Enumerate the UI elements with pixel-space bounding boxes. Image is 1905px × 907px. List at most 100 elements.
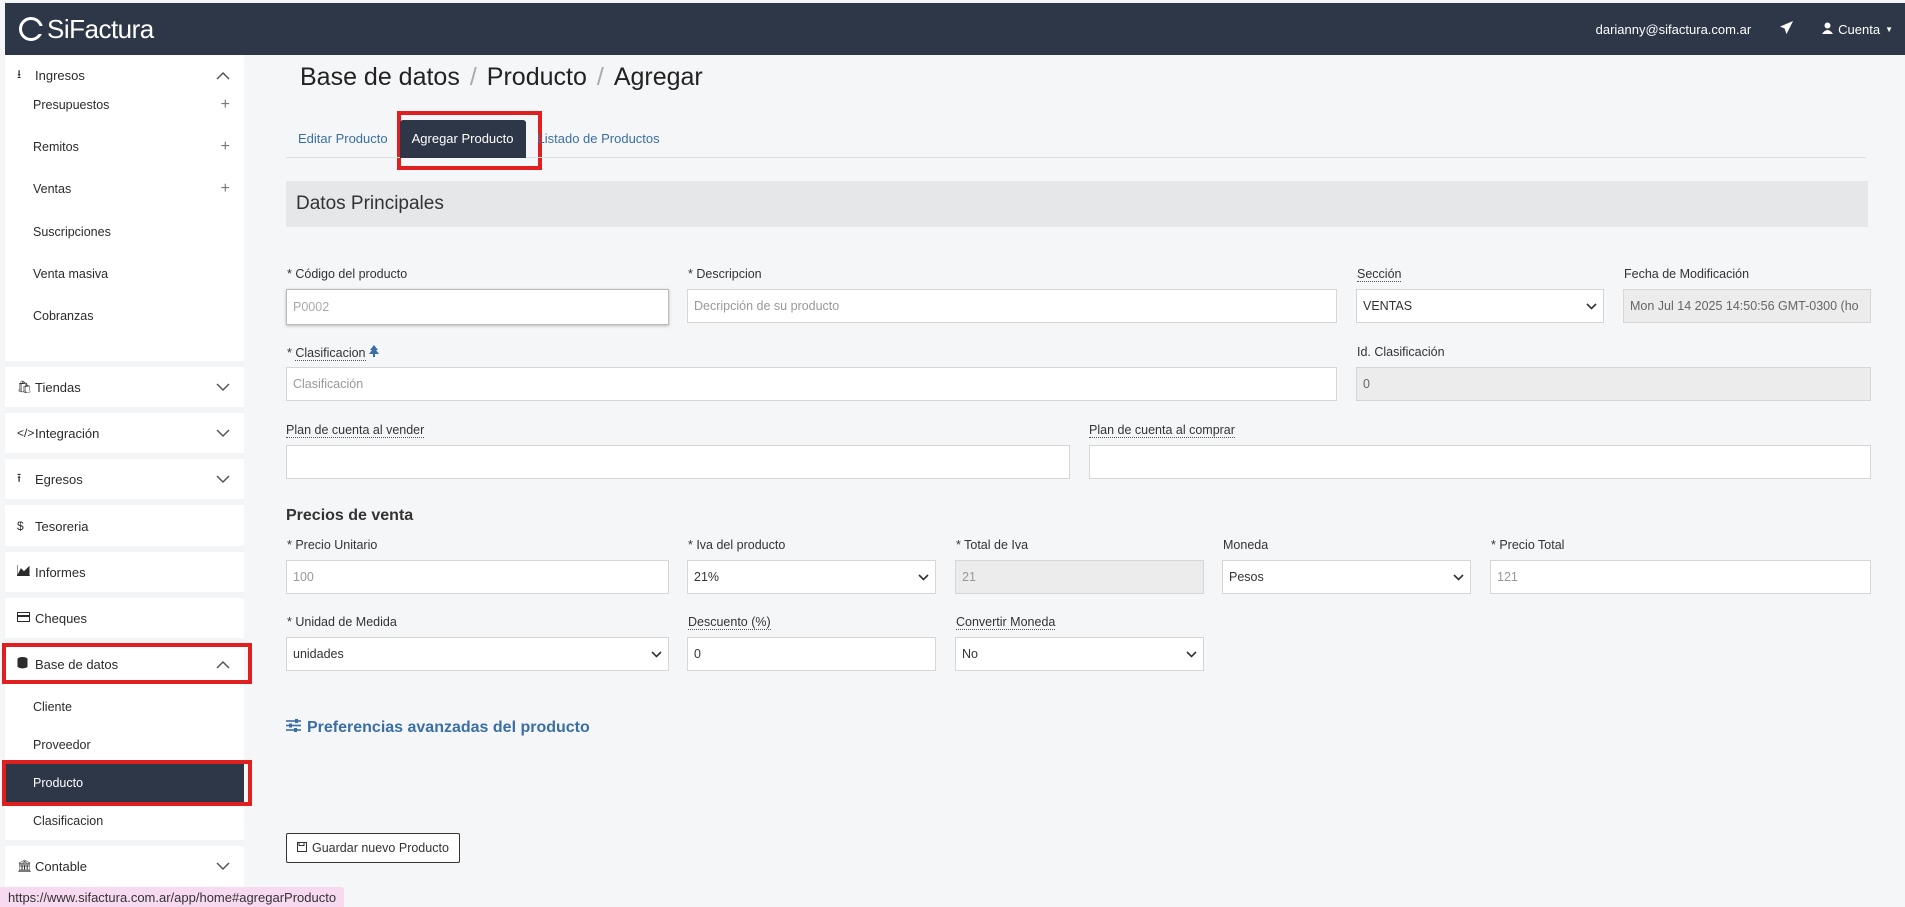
total-iva-label: * Total de Iva [956, 538, 1029, 552]
plan-vender-label-text: Plan de cuenta al vender [286, 423, 425, 438]
breadcrumb-item[interactable]: Base de datos [300, 63, 460, 92]
descuento-input[interactable]: 0 [687, 637, 936, 671]
sidebar-sub-cobranzas[interactable]: Cobranzas [5, 297, 244, 335]
clasificacion-placeholder: Clasificación [293, 377, 364, 391]
top-navbar: SiFactura darianny@sifactura.com.ar Cuen… [5, 3, 1905, 55]
unidad-select[interactable]: unidades [286, 637, 669, 671]
chevron-down-icon [216, 426, 230, 441]
chevron-down-icon [1453, 570, 1464, 584]
database-icon [17, 656, 35, 672]
moneda-label: Moneda [1223, 538, 1269, 552]
sidebar-sub-label: Proveedor [33, 738, 91, 752]
sidebar-divider [5, 499, 244, 505]
iva-select[interactable]: 21% [687, 560, 936, 594]
sidebar-item-informes[interactable]: Informes [5, 552, 244, 592]
sidebar: ⭳ Ingresos Presupuestos + Remitos + Vent… [5, 55, 244, 907]
plan-comprar-input[interactable] [1089, 445, 1871, 479]
user-email[interactable]: darianny@sifactura.com.ar [1596, 22, 1752, 37]
account-label: Cuenta [1838, 21, 1881, 37]
descuento-value: 0 [694, 647, 701, 661]
chevron-down-icon [651, 647, 662, 661]
convertir-label: Convertir Moneda [956, 615, 1056, 630]
tab-bar: Editar Producto Agregar Producto Listado… [286, 119, 1866, 158]
sidebar-sub-label: Venta masiva [33, 267, 109, 281]
sidebar-sub-proveedor[interactable]: Proveedor [5, 726, 244, 764]
descripcion-input[interactable]: Decripción de su producto [687, 289, 1337, 323]
seccion-label: Sección [1357, 267, 1402, 282]
brand-name: SiFactura [47, 13, 154, 44]
plus-icon[interactable]: + [221, 180, 230, 198]
dollar-icon: $ [17, 519, 24, 533]
save-button-label: Guardar nuevo Producto [312, 841, 449, 855]
paper-plane-icon[interactable] [1779, 20, 1794, 39]
seccion-select[interactable]: VENTAS [1356, 289, 1604, 323]
sidebar-sub-producto[interactable]: Producto [5, 764, 244, 802]
sidebar-item-contable[interactable]: 🏛 Contable [5, 846, 244, 886]
precio-unitario-input[interactable]: 100 [286, 560, 669, 594]
chevron-up-icon [216, 68, 230, 83]
chevron-down-icon [216, 859, 230, 874]
seccion-value: VENTAS [1363, 299, 1413, 313]
breadcrumb-separator: / [596, 63, 604, 91]
sidebar-sub-label: Clasificacion [33, 814, 104, 828]
id-clasificacion-value: 0 [1363, 377, 1370, 391]
sidebar-item-label: Cheques [35, 610, 88, 626]
precios-title: Precios de venta [286, 507, 414, 524]
tab-agregar-producto[interactable]: Agregar Producto [399, 119, 526, 158]
clasificacion-label: * Clasificacion [287, 345, 379, 361]
fecha-input: Mon Jul 14 2025 14:50:56 GMT-0300 (ho [1623, 289, 1871, 323]
precio-total-input[interactable]: 121 [1490, 560, 1871, 594]
bank-icon: 🏛 [17, 859, 33, 873]
sidebar-sub-label: Ventas [33, 182, 72, 196]
save-product-button[interactable]: Guardar nuevo Producto [286, 833, 460, 863]
user-icon [1822, 22, 1834, 37]
sidebar-item-egresos[interactable]: ⭱ Egresos [5, 459, 244, 499]
plan-comprar-label-text: Plan de cuenta al comprar [1089, 423, 1235, 438]
convertir-label-text: Convertir Moneda [956, 615, 1056, 630]
plus-icon[interactable]: + [221, 96, 230, 114]
sliders-icon [286, 719, 301, 737]
advanced-preferences-link[interactable]: Preferencias avanzadas del producto [286, 719, 590, 737]
sidebar-item-base-de-datos[interactable]: Base de datos [5, 644, 244, 684]
tree-icon[interactable] [369, 345, 379, 360]
codigo-input[interactable]: P0002 [286, 289, 669, 325]
tab-listado-productos[interactable]: Listado de Productos [526, 120, 672, 158]
sidebar-item-tiendas[interactable]: 🛍 Tiendas [5, 367, 244, 407]
sidebar-item-label: Integración [35, 425, 100, 441]
sidebar-item-label: Egresos [35, 471, 83, 487]
section-title: Datos Principales [286, 181, 1868, 227]
breadcrumb-item[interactable]: Producto [487, 63, 587, 92]
convertir-select[interactable]: No [955, 637, 1204, 671]
precio-total-label: * Precio Total [1491, 538, 1565, 552]
sidebar-sub-ventas[interactable]: Ventas + [5, 170, 244, 208]
moneda-value: Pesos [1229, 570, 1264, 584]
sidebar-sub-label: Remitos [33, 140, 79, 154]
sidebar-item-label: Tiendas [35, 379, 81, 395]
plus-icon[interactable]: + [221, 138, 230, 156]
sidebar-sub-remitos[interactable]: Remitos + [5, 128, 244, 166]
sidebar-sub-label: Presupuestos [33, 98, 110, 112]
fecha-label: Fecha de Modificación [1624, 267, 1750, 281]
sidebar-sub-venta-masiva[interactable]: Venta masiva [5, 255, 244, 293]
sidebar-item-integracion[interactable]: </> Integración [5, 413, 244, 453]
sidebar-sub-presupuestos[interactable]: Presupuestos + [5, 86, 244, 124]
sidebar-sub-suscripciones[interactable]: Suscripciones [5, 213, 244, 251]
logo-ring-icon [19, 17, 44, 41]
save-icon [297, 841, 307, 855]
sidebar-sub-clasificacion[interactable]: Clasificacion [5, 802, 244, 840]
main-content: Base de datos / Producto / Agregar Edita… [244, 55, 1905, 907]
sidebar-sub-cliente[interactable]: Cliente [5, 688, 244, 726]
sidebar-item-tesoreria[interactable]: $ Tesoreria [5, 506, 244, 546]
moneda-select[interactable]: Pesos [1222, 560, 1471, 594]
convertir-value: No [962, 647, 978, 661]
descuento-label-text: Descuento (%) [688, 615, 771, 630]
plan-vender-label: Plan de cuenta al vender [286, 423, 425, 438]
tab-editar-producto[interactable]: Editar Producto [286, 120, 400, 158]
account-menu[interactable]: Cuenta ▼ [1822, 22, 1893, 37]
brand-logo[interactable]: SiFactura [19, 14, 154, 45]
sidebar-item-cheques[interactable]: Cheques [5, 598, 244, 638]
clasificacion-input[interactable]: Clasificación [286, 367, 1337, 401]
plan-vender-input[interactable] [286, 445, 1070, 479]
clasificacion-label-text: Clasificacion [295, 346, 366, 361]
seccion-label-text: Sección [1357, 267, 1402, 282]
